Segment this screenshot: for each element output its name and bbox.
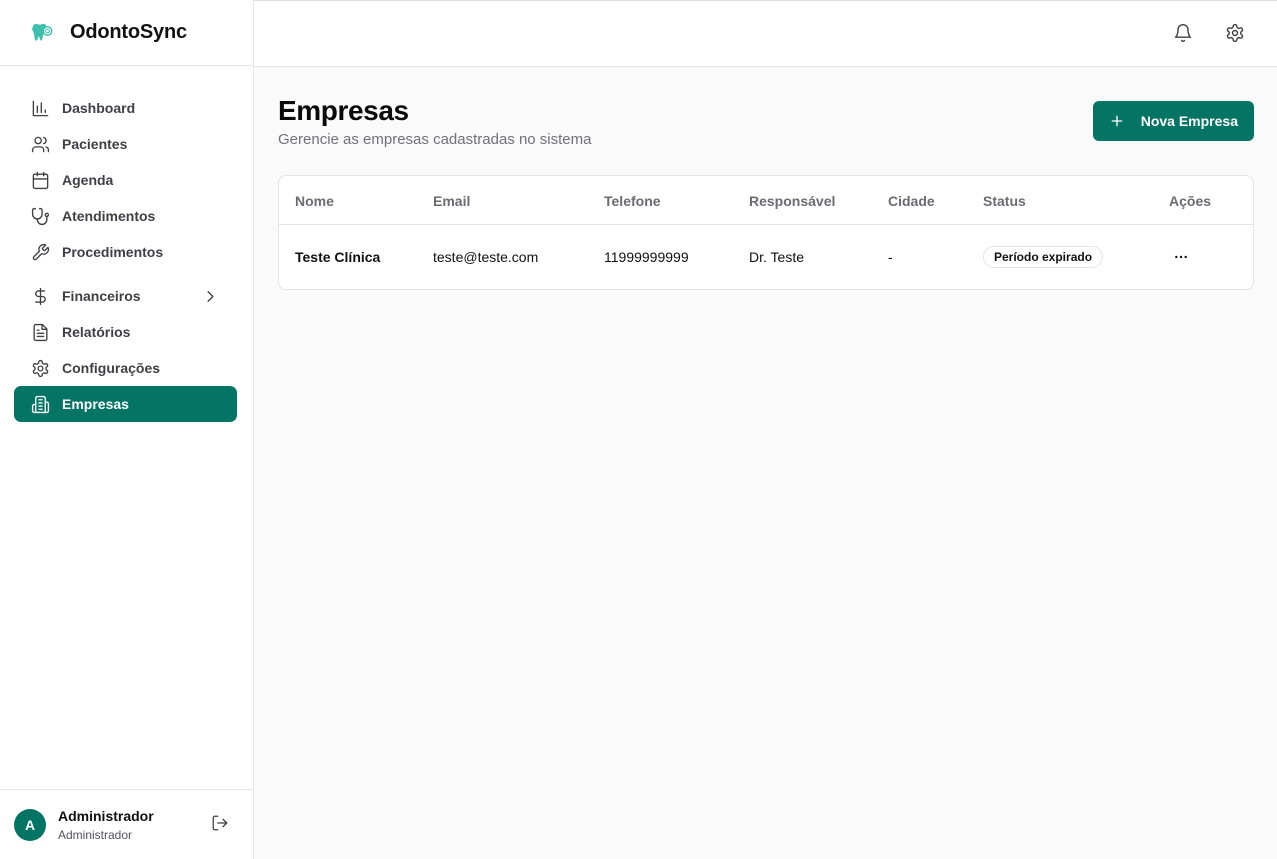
sidebar-item-label: Financeiros xyxy=(62,288,141,304)
cell-nome: Teste Clínica xyxy=(295,249,381,265)
tooth-icon xyxy=(30,20,56,46)
file-text-icon xyxy=(30,322,50,342)
gear-icon xyxy=(30,358,50,378)
user-role: Administrador xyxy=(58,827,133,842)
column-header-nome[interactable]: Nome xyxy=(295,193,334,209)
brand: OdontoSync xyxy=(0,0,253,66)
sidebar-item-configuracoes[interactable]: Configurações xyxy=(14,350,237,386)
column-header-responsavel[interactable]: Responsável xyxy=(749,193,835,209)
sidebar: OdontoSync Dashboard Pacientes Agenda At… xyxy=(0,0,254,859)
sidebar-item-label: Configurações xyxy=(62,360,161,376)
dollar-icon xyxy=(30,286,50,306)
cell-cidade: - xyxy=(888,249,893,265)
stethoscope-icon xyxy=(30,206,50,226)
sidebar-item-pacientes[interactable]: Pacientes xyxy=(14,126,237,162)
sidebar-item-label: Agenda xyxy=(62,172,114,188)
column-header-telefone[interactable]: Telefone xyxy=(604,193,661,209)
plus-icon xyxy=(1111,115,1123,127)
bell-icon[interactable] xyxy=(1173,23,1195,45)
column-header-email[interactable]: Email xyxy=(433,193,470,209)
companies-table: Nome Email Telefone Responsável Cidade S… xyxy=(278,175,1254,290)
new-company-button[interactable]: Nova Empresa xyxy=(1092,101,1254,141)
app-name: OdontoSync xyxy=(70,21,187,43)
sidebar-item-agenda[interactable]: Agenda xyxy=(14,162,237,198)
more-actions-button[interactable] xyxy=(1167,244,1195,270)
sidebar-nav: Dashboard Pacientes Agenda Atendimentos … xyxy=(14,90,237,422)
avatar: A xyxy=(14,808,46,841)
cell-email: teste@teste.com xyxy=(433,249,539,265)
main-content: Empresas Gerencie as empresas cadastrada… xyxy=(278,95,1254,290)
sidebar-item-procedimentos[interactable]: Procedimentos xyxy=(14,234,237,270)
table-row[interactable]: Teste Clínica teste@teste.com 1199999999… xyxy=(279,225,1253,289)
gear-icon[interactable] xyxy=(1225,23,1247,45)
column-header-cidade[interactable]: Cidade xyxy=(888,193,935,209)
sidebar-item-label: Dashboard xyxy=(62,100,136,116)
building-icon xyxy=(30,394,50,414)
bar-chart-icon xyxy=(30,98,50,118)
users-icon xyxy=(30,134,50,154)
user-name: Administrador xyxy=(58,807,154,824)
new-company-button-label: Nova Empresa xyxy=(1140,113,1238,129)
chevron-right-icon xyxy=(201,287,219,305)
sidebar-item-relatorios[interactable]: Relatórios xyxy=(14,314,237,350)
sidebar-item-dashboard[interactable]: Dashboard xyxy=(14,90,237,126)
cell-responsavel: Dr. Teste xyxy=(749,249,804,265)
topbar xyxy=(254,0,1277,67)
more-horizontal-icon xyxy=(1175,255,1187,259)
column-header-status[interactable]: Status xyxy=(983,193,1026,209)
sidebar-item-label: Relatórios xyxy=(62,324,131,340)
sidebar-item-financeiros[interactable]: Financeiros xyxy=(14,278,237,314)
sidebar-item-label: Pacientes xyxy=(62,136,128,152)
calendar-icon xyxy=(30,170,50,190)
sidebar-item-label: Empresas xyxy=(62,396,129,412)
status-badge: Período expirado xyxy=(983,246,1104,268)
sidebar-item-atendimentos[interactable]: Atendimentos xyxy=(14,198,237,234)
wrench-icon xyxy=(30,242,50,262)
logout-icon[interactable] xyxy=(211,814,231,834)
user-info: Administrador Administrador xyxy=(58,808,154,842)
sidebar-item-label: Atendimentos xyxy=(62,208,156,224)
column-header-acoes: Ações xyxy=(1169,193,1212,209)
sidebar-item-empresas[interactable]: Empresas xyxy=(14,386,237,422)
table-header: Nome Email Telefone Responsável Cidade S… xyxy=(279,176,1253,225)
sidebar-item-label: Procedimentos xyxy=(62,244,164,260)
cell-telefone: 11999999999 xyxy=(604,249,689,265)
user-panel: A Administrador Administrador xyxy=(0,789,253,859)
